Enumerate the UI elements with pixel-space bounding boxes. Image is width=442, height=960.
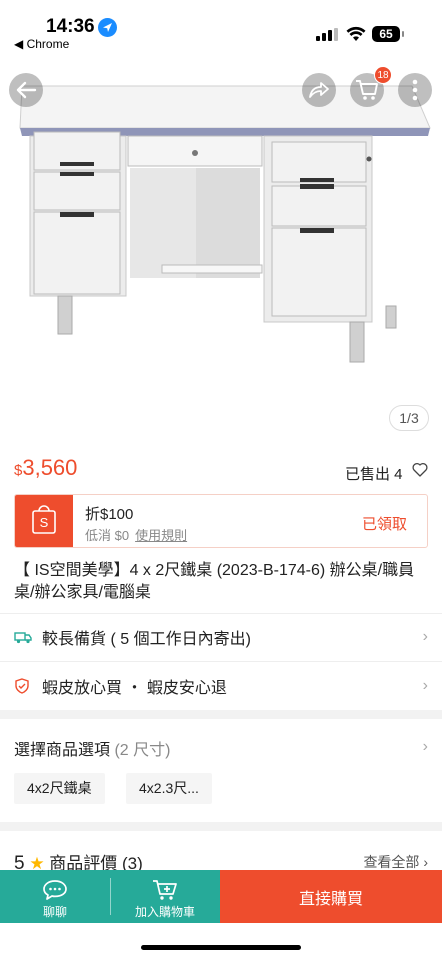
cart-count-badge: 18 — [374, 66, 392, 84]
shield-check-icon — [14, 678, 34, 694]
svg-text:S: S — [40, 515, 49, 530]
status-bar: 14:36 ◀ Chrome 65 — [0, 0, 442, 56]
image-page-indicator: 1/3 — [389, 405, 429, 431]
bottom-action-bar: 聊聊 加入購物車 直接購買 — [0, 870, 442, 923]
add-cart-icon — [151, 878, 179, 905]
status-time: 14:36 — [46, 16, 95, 37]
location-arrow-icon — [98, 18, 117, 37]
guarantee-label: 蝦皮放心買 ・ 蝦皮安心退 — [42, 680, 227, 697]
add-to-cart-label: 加入購物車 — [134, 905, 195, 919]
arrow-left-icon — [16, 81, 37, 99]
bottom-bar-separator — [110, 878, 111, 915]
shopping-cart-icon — [356, 80, 378, 100]
options-count: (2 尺寸) — [114, 742, 171, 759]
shipping-label: 較長備貨 ( 5 個工作日內寄出) — [42, 631, 251, 648]
add-to-cart-button[interactable]: 加入購物車 — [110, 870, 220, 923]
shopee-bag-icon: S — [32, 505, 56, 534]
favorite-heart-icon[interactable] — [412, 462, 428, 482]
chat-button[interactable]: 聊聊 — [0, 870, 110, 923]
chevron-right-icon: › — [422, 738, 428, 755]
share-button[interactable] — [302, 73, 336, 107]
chevron-right-icon: › — [422, 628, 428, 645]
options-header[interactable]: 選擇商品選項 (2 尺寸) — [14, 736, 170, 760]
option-chip[interactable]: 4x2.3尺... — [126, 773, 212, 804]
divider — [0, 613, 442, 614]
signal-icon — [316, 28, 338, 41]
see-all-label: 查看全部 — [363, 854, 420, 870]
section-divider — [0, 822, 442, 831]
buy-now-label: 直接購買 — [298, 890, 363, 908]
cart-button[interactable]: 18 — [350, 66, 392, 107]
price-amount: 3,560 — [22, 455, 78, 480]
back-button[interactable] — [9, 73, 43, 107]
battery-indicator: 65 — [372, 26, 404, 42]
buy-now-button[interactable]: 直接購買 — [220, 870, 442, 923]
chat-label: 聊聊 — [42, 905, 67, 919]
options-title: 選擇商品選項 — [14, 742, 111, 759]
back-to-app-link[interactable]: ◀ Chrome — [14, 37, 69, 51]
shipping-row[interactable]: 較長備貨 ( 5 個工作日內寄出) › — [14, 625, 428, 649]
product-title: 【 IS空間美學】4 x 2尺鐵桌 (2023-B-174-6) 辦公桌/職員桌… — [14, 562, 415, 601]
voucher-rules-link[interactable]: 使用規則 — [135, 528, 187, 543]
truck-icon — [14, 629, 34, 645]
divider — [0, 661, 442, 662]
voucher-min-spend: 低消 $0 — [85, 528, 130, 543]
voucher-badge: S — [15, 495, 73, 547]
more-options-button[interactable] — [398, 73, 432, 107]
section-divider — [0, 710, 442, 719]
voucher-title: 折$100 — [85, 506, 134, 523]
see-all-reviews-link[interactable]: 查看全部 › — [363, 852, 428, 872]
option-chip[interactable]: 4x2尺鐵桌 — [14, 773, 105, 804]
voucher-claimed-status: 已領取 — [361, 516, 407, 533]
more-vertical-icon — [412, 79, 418, 101]
chat-bubble-icon — [41, 878, 69, 905]
voucher-conditions: 低消 $0 使用規則 — [85, 525, 187, 544]
sold-count: 已售出 4 — [345, 466, 403, 483]
shop-voucher[interactable]: S 折$100 低消 $0 使用規則 已領取 — [14, 494, 428, 548]
guarantee-row[interactable]: 蝦皮放心買 ・ 蝦皮安心退 › — [14, 674, 428, 698]
wifi-icon — [346, 26, 366, 42]
product-image[interactable] — [0, 56, 442, 440]
home-indicator[interactable] — [141, 945, 301, 950]
product-price: $3,560 — [14, 455, 77, 481]
share-icon — [309, 82, 329, 98]
chevron-right-icon: › — [422, 677, 428, 694]
